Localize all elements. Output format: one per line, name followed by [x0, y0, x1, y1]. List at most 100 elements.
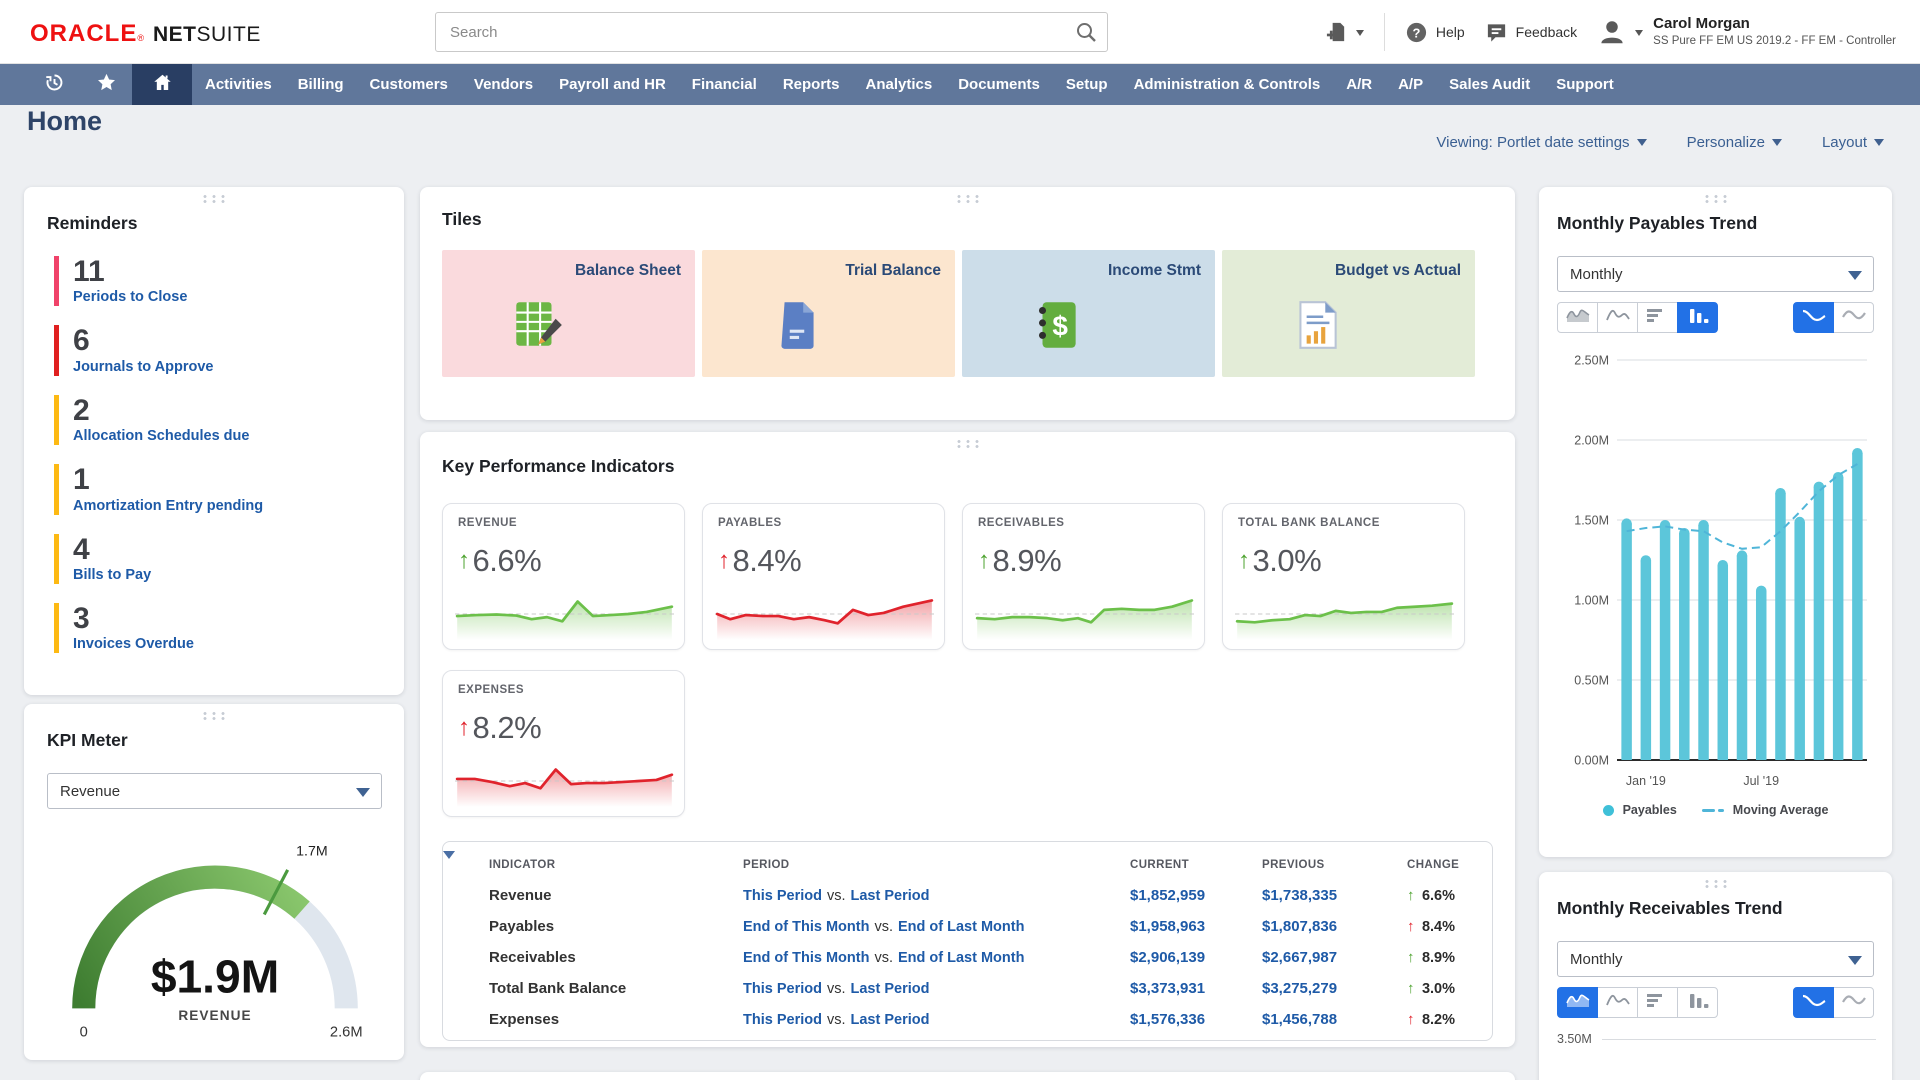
nav-item-billing[interactable]: Billing [285, 64, 357, 105]
nav-item-analytics[interactable]: Analytics [853, 64, 946, 105]
kpi-card-payables[interactable]: PAYABLES 8.4% [702, 503, 945, 650]
kpi-card-label: TOTAL BANK BALANCE [1238, 517, 1380, 529]
drag-handle[interactable] [954, 194, 981, 204]
tile-balance-sheet[interactable]: Balance Sheet [442, 250, 695, 377]
trendline-on-button[interactable] [1793, 987, 1834, 1018]
search-icon[interactable] [1074, 20, 1098, 44]
drag-handle[interactable] [200, 711, 228, 721]
period-link[interactable]: End of This Month [743, 950, 869, 966]
receivables-chart-type-buttons [1557, 987, 1874, 1018]
line-chart-button[interactable] [1597, 302, 1638, 333]
kpi-meter-metric-select[interactable]: Revenue [47, 773, 382, 809]
nav-item-a-r[interactable]: A/R [1333, 64, 1385, 105]
vbar-chart-button[interactable] [1677, 987, 1718, 1018]
hbar-chart-button[interactable] [1637, 987, 1678, 1018]
period-link[interactable]: This Period [743, 888, 822, 904]
payables-period-select[interactable]: Monthly [1557, 256, 1874, 292]
reminder-link[interactable]: Invoices Overdue [73, 636, 194, 652]
nav-item-support[interactable]: Support [1543, 64, 1627, 105]
home-tab[interactable] [132, 64, 192, 105]
nav-item-a-p[interactable]: A/P [1385, 64, 1436, 105]
vbar-chart-button[interactable] [1677, 302, 1718, 333]
line-chart-button[interactable] [1597, 987, 1638, 1018]
kpi-sparkline [455, 768, 674, 807]
reminder-link[interactable]: Allocation Schedules due [73, 428, 249, 444]
nav-item-documents[interactable]: Documents [945, 64, 1053, 105]
kpi-table-row: Revenue This Period vs. Last Period $1,852… [443, 880, 1492, 911]
nav-item-customers[interactable]: Customers [357, 64, 461, 105]
kpi-card-revenue[interactable]: REVENUE 6.6% [442, 503, 685, 650]
user-menu[interactable]: Carol Morgan SS Pure FF EM US 2019.2 - F… [1597, 15, 1896, 48]
next-portlet-peek [420, 1072, 1515, 1080]
chevron-down-icon [1771, 139, 1782, 151]
nav-item-activities[interactable]: Activities [192, 64, 285, 105]
nav-item-reports[interactable]: Reports [770, 64, 853, 105]
period-link[interactable]: End of Last Month [898, 919, 1024, 935]
tile-income-stmt[interactable]: Income Stmt $ [962, 250, 1215, 377]
tile-label: Income Stmt [1107, 262, 1201, 279]
reminder-item: 6 Journals to Approve [54, 324, 378, 376]
payables-series-dot-icon [1602, 804, 1614, 816]
period-link[interactable]: End of Last Month [898, 950, 1024, 966]
kpi-row-indicator: Revenue [489, 887, 552, 904]
area-chart-button[interactable] [1557, 302, 1598, 333]
kpi-row-change: 3.0% [1421, 980, 1456, 997]
period-link[interactable]: Last Period [851, 981, 930, 997]
personalize-dropdown[interactable]: Personalize [1687, 133, 1782, 151]
kpi-card-expenses[interactable]: EXPENSES 8.2% [442, 670, 685, 817]
svg-text:Jul '19: Jul '19 [1743, 774, 1779, 788]
tile-budget-vs-actual[interactable]: Budget vs Actual [1222, 250, 1475, 377]
drag-handle[interactable] [1702, 194, 1729, 204]
help-button[interactable]: ? Help [1405, 21, 1465, 44]
nav-item-financial[interactable]: Financial [679, 64, 770, 105]
period-link[interactable]: End of This Month [743, 919, 869, 935]
chevron-down-icon [1874, 139, 1884, 151]
chevron-down-icon [1848, 956, 1862, 972]
layout-dropdown[interactable]: Layout [1822, 133, 1884, 151]
trendline-off-button[interactable] [1833, 987, 1874, 1018]
receivables-trend-title: Monthly Receivables Trend [1557, 898, 1783, 918]
nav-item-vendors[interactable]: Vendors [461, 64, 546, 105]
search-input[interactable] [435, 12, 1108, 52]
period-link[interactable]: Last Period [851, 1012, 930, 1028]
reminder-link[interactable]: Periods to Close [73, 289, 187, 305]
feedback-button[interactable]: Feedback [1485, 21, 1577, 44]
collapse-triangle-icon[interactable] [443, 850, 455, 877]
trendline-off-button[interactable] [1833, 302, 1874, 333]
receivables-period-select[interactable]: Monthly [1557, 941, 1874, 977]
kpi-card-receivables[interactable]: RECEIVABLES 8.9% [962, 503, 1205, 650]
nav-item-administration-controls[interactable]: Administration & Controls [1121, 64, 1334, 105]
reminder-link[interactable]: Amortization Entry pending [73, 498, 263, 514]
tile-label: Budget vs Actual [1334, 262, 1461, 279]
reminder-link[interactable]: Bills to Pay [73, 567, 151, 583]
svg-text:0.50M: 0.50M [1574, 674, 1609, 688]
hbar-chart-button[interactable] [1637, 302, 1678, 333]
vs-label: vs. [874, 918, 893, 935]
drag-handle[interactable] [200, 194, 228, 204]
trendline-on-button[interactable] [1793, 302, 1834, 333]
netsuite-logo[interactable]: ORACLE ® NET SUITE [30, 20, 261, 48]
hbar-chart-icon [1646, 307, 1670, 328]
drag-handle[interactable] [954, 439, 981, 449]
nav-item-payroll-and-hr[interactable]: Payroll and HR [546, 64, 679, 105]
chevron-down-icon [1355, 29, 1364, 40]
period-link[interactable]: This Period [743, 1012, 822, 1028]
area-chart-button[interactable] [1557, 987, 1598, 1018]
shortcuts-button[interactable] [80, 64, 132, 105]
tile-trial-balance[interactable]: Trial Balance [702, 250, 955, 377]
kpi-row-previous: $1,456,788 [1262, 1011, 1338, 1028]
reminders-portlet: Reminders 11 Periods to Close 6 Journals… [24, 187, 404, 695]
period-link[interactable]: This Period [743, 981, 822, 997]
nav-item-setup[interactable]: Setup [1053, 64, 1121, 105]
recent-records-button[interactable] [28, 64, 80, 105]
reminder-link[interactable]: Journals to Approve [73, 359, 213, 375]
drag-handle[interactable] [1702, 879, 1729, 889]
quick-add-button[interactable] [1325, 21, 1364, 44]
user-role: SS Pure FF EM US 2019.2 - FF EM - Contro… [1653, 35, 1896, 48]
quick-add-icon [1325, 21, 1348, 44]
nav-item-sales-audit[interactable]: Sales Audit [1436, 64, 1543, 105]
kpi-card-total-bank-balance[interactable]: TOTAL BANK BALANCE 3.0% [1222, 503, 1465, 650]
period-link[interactable]: Last Period [851, 888, 930, 904]
viewing-settings-dropdown[interactable]: Viewing: Portlet date settings [1436, 133, 1647, 151]
kpi-card-label: RECEIVABLES [978, 517, 1065, 529]
